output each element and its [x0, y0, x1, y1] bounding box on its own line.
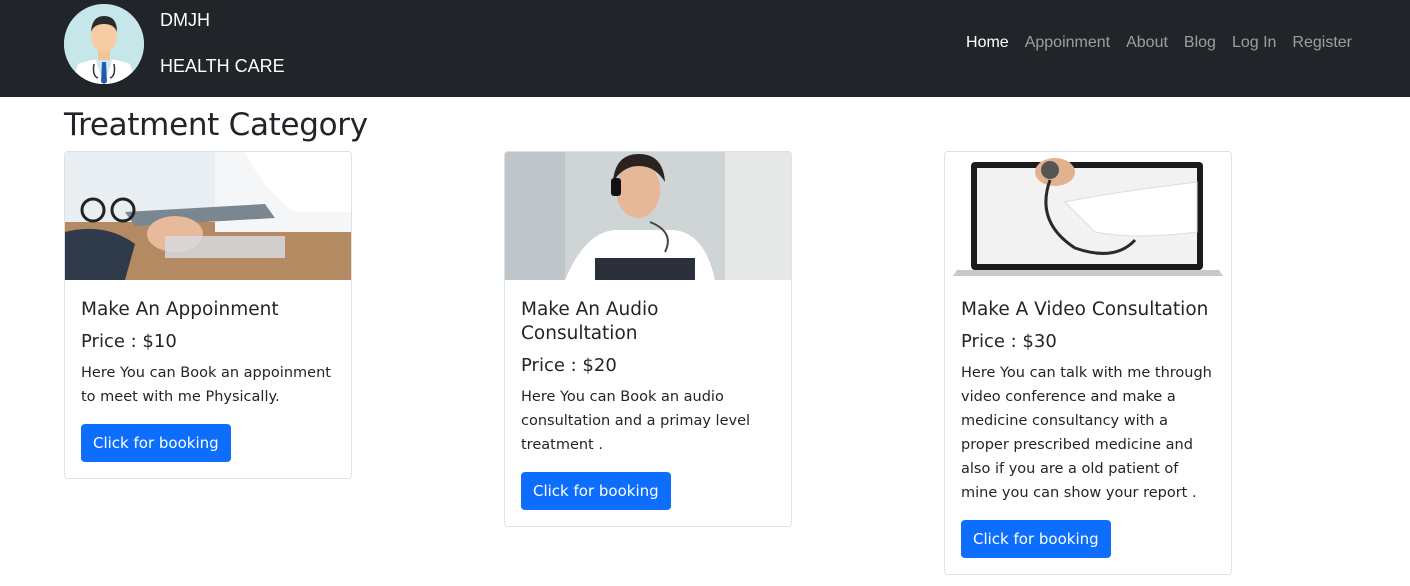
nav-blog-link[interactable]: Blog: [1184, 34, 1216, 52]
nav-menu: Home Appoinment About Blog Log In Regist…: [966, 34, 1352, 52]
nav-appointment-link[interactable]: Appoinment: [1025, 34, 1110, 52]
card-title: Make An Appoinment: [81, 299, 279, 320]
navbar: DMJH HEALTH CARE Home Appoinment About B…: [0, 0, 1410, 97]
nav-about-link[interactable]: About: [1126, 34, 1168, 52]
card-price: Price : $10: [81, 331, 177, 352]
doctor-avatar-icon: [64, 4, 144, 84]
page-title: Treatment Category: [64, 107, 368, 143]
treatment-card-video: Make A Video Consultation Price : $30 He…: [944, 151, 1232, 575]
booking-button[interactable]: Click for booking: [961, 520, 1111, 558]
audio-consultation-image: [505, 152, 791, 280]
nav-login-link[interactable]: Log In: [1232, 34, 1276, 52]
nav-register-link[interactable]: Register: [1292, 34, 1352, 52]
card-title: Make A Video Consultation: [961, 299, 1209, 320]
treatment-card-audio: Make An Audio Consultation Price : $20 H…: [504, 151, 792, 527]
treatment-card-appointment: Make An Appoinment Price : $10 Here You …: [64, 151, 352, 479]
card-title: Make An Audio Consultation: [521, 299, 659, 344]
card-price: Price : $30: [961, 331, 1057, 352]
booking-button[interactable]: Click for booking: [521, 472, 671, 510]
nav-home-link[interactable]: Home: [966, 34, 1009, 52]
video-consultation-image: [945, 152, 1231, 280]
booking-button[interactable]: Click for booking: [81, 424, 231, 462]
card-description: Here You can Book an audio consultation …: [521, 389, 751, 453]
card-description: Here You can Book an appoinment to meet …: [81, 365, 331, 405]
card-description: Here You can talk with me through video …: [961, 365, 1212, 501]
card-price: Price : $20: [521, 355, 617, 376]
brand-name: DMJH: [160, 10, 210, 30]
brand-subtitle: HEALTH CARE: [160, 56, 285, 76]
appointment-image: [65, 152, 351, 280]
doctor-avatar-logo[interactable]: [64, 4, 144, 84]
